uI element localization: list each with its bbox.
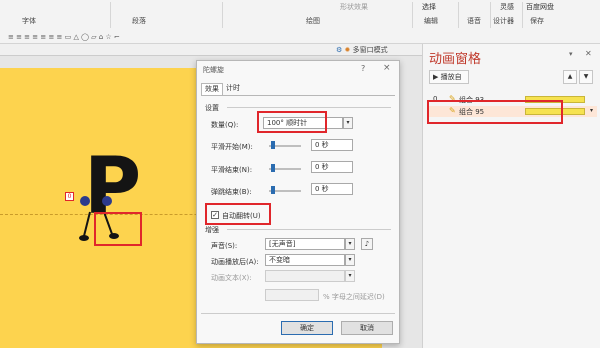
smooth-end-label: 平滑结束(N): [211, 166, 253, 174]
chevron-down-icon[interactable]: ▾ [590, 107, 593, 114]
after-animation-label: 动画播放后(A): [211, 258, 259, 266]
ribbon-separator [522, 2, 523, 28]
play-icon: ▶ [433, 73, 439, 81]
ribbon-separator [110, 2, 111, 28]
sound-field[interactable]: [无声音] [265, 238, 345, 250]
ribbon-group-voice: 语音 [467, 17, 481, 25]
smooth-start-label: 平滑开始(M): [211, 143, 253, 151]
speaker-icon[interactable]: ♪ [361, 238, 373, 250]
move-up-icon[interactable]: ▲ [563, 70, 577, 84]
spin-effect-dialog: 陀螺旋 ? × 效果 计时 设置 数量(Q): 100° 顺时针 ▾ 平滑开始(… [196, 60, 400, 344]
tab-timing[interactable]: 计时 [223, 83, 243, 95]
move-down-icon[interactable]: ▼ [579, 70, 593, 84]
ribbon-group-edit: 编辑 [424, 17, 438, 25]
section-line [227, 107, 391, 108]
view-icon[interactable]: ⚙ [336, 46, 342, 54]
ok-button[interactable]: 确定 [281, 321, 333, 335]
slide-toolbar: ⚙ ✹ 多窗口模式 [336, 44, 422, 56]
baidu-netdisk-button[interactable]: 百度网盘 [526, 2, 554, 12]
chevron-down-icon[interactable]: ▾ [569, 50, 573, 58]
smooth-end-field[interactable]: 0 秒 [311, 161, 353, 173]
select-button[interactable]: 选择 [422, 2, 436, 12]
enhance-section-title: 增强 [205, 226, 219, 234]
help-button[interactable]: ? [361, 64, 365, 73]
multi-window-label[interactable]: 多窗口模式 [353, 46, 388, 54]
animate-text-label: 动画文本(X): [211, 274, 252, 282]
animation-tag: 0 [65, 192, 74, 201]
character-hand-right [102, 196, 112, 206]
chevron-down-icon[interactable]: ▾ [345, 238, 355, 250]
settings-section-title: 设置 [205, 104, 219, 112]
play-from-button[interactable]: ▶ 播放自 [429, 70, 469, 84]
ribbon-separator [412, 2, 413, 28]
ribbon-group-designer: 设计器 [493, 17, 514, 25]
inspiration-button[interactable]: 灵感 [500, 2, 514, 12]
ribbon-tool-row[interactable]: ≡ ≡ ≡ ≡ ≡ ≡ ≡ ▭ △ ◯ ▱ ⌂ ☆ ⌐ [8, 33, 120, 41]
delay-field [265, 289, 319, 301]
after-animation-field[interactable]: 不变暗 [265, 254, 345, 266]
smooth-start-field[interactable]: 0 秒 [311, 139, 353, 151]
pane-title: 动画窗格 [429, 52, 482, 67]
sound-label: 声音(S): [211, 242, 238, 250]
amount-label: 数量(Q): [211, 121, 239, 129]
ribbon-group-save: 保存 [530, 17, 544, 25]
highlight-amount [257, 111, 327, 133]
ribbon-group-paragraph: 段落 [132, 17, 146, 25]
bounce-end-label: 弹跳结束(B): [211, 188, 252, 196]
ribbon-separator [222, 2, 223, 28]
bounce-end-field[interactable]: 0 秒 [311, 183, 353, 195]
highlight-character-legs [94, 212, 142, 246]
animation-pane: 动画窗格 ▾ ✕ ▶ 播放自 ▲ ▼ 0 ✎ 组合 93 ✎ 组合 95 ▾ [422, 44, 600, 348]
character-hand-left [80, 196, 90, 206]
smooth-start-thumb[interactable] [271, 141, 275, 149]
chevron-down-icon[interactable]: ▾ [345, 254, 355, 266]
highlight-group-95 [427, 100, 563, 124]
chevron-down-icon[interactable]: ▾ [343, 117, 353, 129]
chevron-down-icon: ▾ [345, 270, 355, 282]
section-line [227, 229, 391, 230]
bounce-end-thumb[interactable] [271, 186, 275, 194]
ribbon: 字体 段落 绘图 编辑 语音 设计器 保存 选择 灵感 百度网盘 形状效果 ≡ … [0, 0, 600, 44]
ribbon-group-drawing: 绘图 [306, 17, 320, 25]
dialog-title: 陀螺旋 [203, 66, 224, 74]
highlight-auto-reverse [205, 203, 271, 225]
smooth-end-thumb[interactable] [271, 164, 275, 172]
shape-effect-button[interactable]: 形状效果 [340, 2, 368, 12]
animate-text-field [265, 270, 345, 282]
ribbon-group-font: 字体 [22, 17, 36, 25]
settings-icon[interactable]: ✹ [345, 46, 351, 54]
close-icon[interactable]: ✕ [585, 49, 592, 58]
cancel-button[interactable]: 取消 [341, 321, 393, 335]
tab-divider [201, 95, 395, 96]
ribbon-separator [458, 2, 459, 28]
tab-effect[interactable]: 效果 [201, 83, 223, 95]
play-from-label: 播放自 [440, 73, 462, 81]
close-icon[interactable]: × [383, 63, 391, 73]
footer-line [201, 313, 395, 314]
ribbon-separator [490, 2, 491, 28]
letter-delay-label: % 字母之间延迟(D) [323, 293, 385, 301]
